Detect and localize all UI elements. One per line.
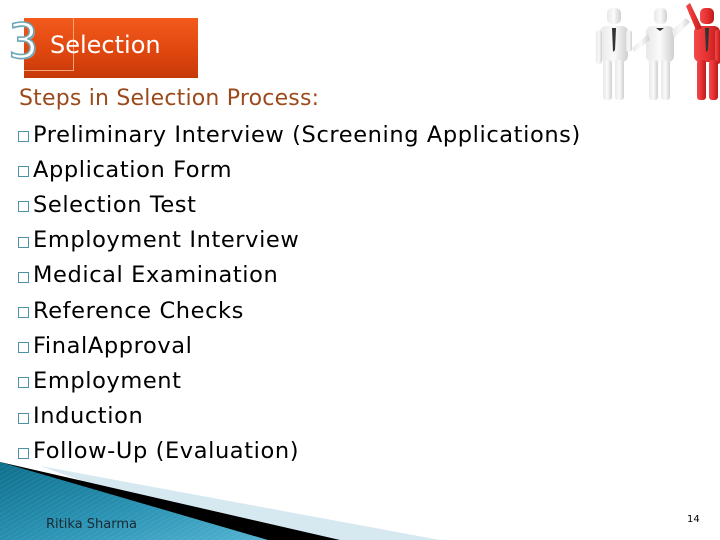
step-label: Application Form [33,156,233,183]
figure-left [596,8,632,100]
list-item: FinalApproval [18,328,581,363]
figure-middle [632,8,690,100]
square-bullet-icon [18,131,29,143]
square-bullet-icon [18,307,29,319]
step-label: Induction [33,403,144,430]
business-figures-illustration [596,3,720,100]
step-label: Medical Examination [33,262,279,289]
list-item: Employment [18,363,581,398]
step-label: FinalApproval [33,332,193,359]
figure-right-red [686,3,720,100]
list-item: Application Form [18,152,581,187]
section-number: 3 [7,13,39,71]
square-bullet-icon [18,201,29,213]
footer-author: Ritika Sharma [46,517,137,532]
step-label: Employment Interview [33,227,300,254]
list-item: Preliminary Interview (Screening Applica… [18,117,581,152]
slide-page-number: 14 [687,514,700,525]
square-bullet-icon [18,166,29,178]
square-bullet-icon [18,236,29,248]
list-item: Medical Examination [18,258,581,293]
square-bullet-icon [18,342,29,354]
selection-steps-list: Preliminary Interview (Screening Applica… [18,117,581,469]
square-bullet-icon [18,377,29,389]
square-bullet-icon [18,412,29,424]
step-label: Preliminary Interview (Screening Applica… [33,121,581,148]
square-bullet-icon [18,271,29,283]
slide-title: Selection [50,31,161,59]
list-item: Reference Checks [18,293,581,328]
list-item: Employment Interview [18,223,581,258]
section-heading: Steps in Selection Process: [19,86,320,111]
step-label: Selection Test [33,191,197,218]
step-label: Employment [33,367,182,394]
list-item: Induction [18,399,581,434]
step-label: Reference Checks [33,297,244,324]
list-item: Selection Test [18,187,581,222]
